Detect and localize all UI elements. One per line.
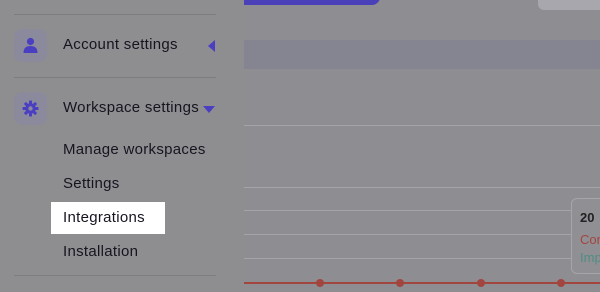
user-icon [23,37,38,53]
tooltip-series-2: Imp [580,250,600,265]
sidebar-subitem-installation[interactable]: Installation [51,236,150,268]
workspace-settings-label: Workspace settings [63,99,200,116]
account-settings-label: Account settings [63,36,178,53]
table-header [244,40,600,69]
collapse-caret-icon [208,40,215,52]
sidebar-subitem-integrations[interactable]: Integrations [51,202,165,234]
sidebar-subitem-settings[interactable]: Settings [51,168,132,200]
divider [14,77,216,78]
chart-point [316,279,324,287]
sidebar-subitem-manage-workspaces[interactable]: Manage workspaces [51,134,218,166]
sidebar-item-workspace-settings[interactable]: Workspace settings [14,92,216,126]
primary-action-button[interactable] [232,0,380,5]
gridline [244,210,600,211]
workspace-icon-box [14,92,47,125]
sidebar-item-account-settings[interactable]: Account settings [14,29,216,63]
chart-point [396,279,404,287]
chart-point [557,279,565,287]
gear-icon [22,100,39,117]
divider [14,14,216,15]
settings-sidebar: Account settings Workspace settings Mana… [0,0,244,292]
chart-point [477,279,485,287]
divider [14,275,216,276]
gridline [244,187,600,188]
chart-tooltip: 20 Con Imp [571,198,600,274]
expand-caret-icon [203,106,215,113]
tooltip-series-1: Con [580,232,600,247]
tooltip-title: 20 [580,210,595,225]
gridline [244,125,600,126]
gridline [244,234,600,235]
gridline [244,258,600,259]
account-icon-box [14,29,47,62]
secondary-action-button[interactable] [538,0,600,10]
chart-series-line [244,282,600,284]
